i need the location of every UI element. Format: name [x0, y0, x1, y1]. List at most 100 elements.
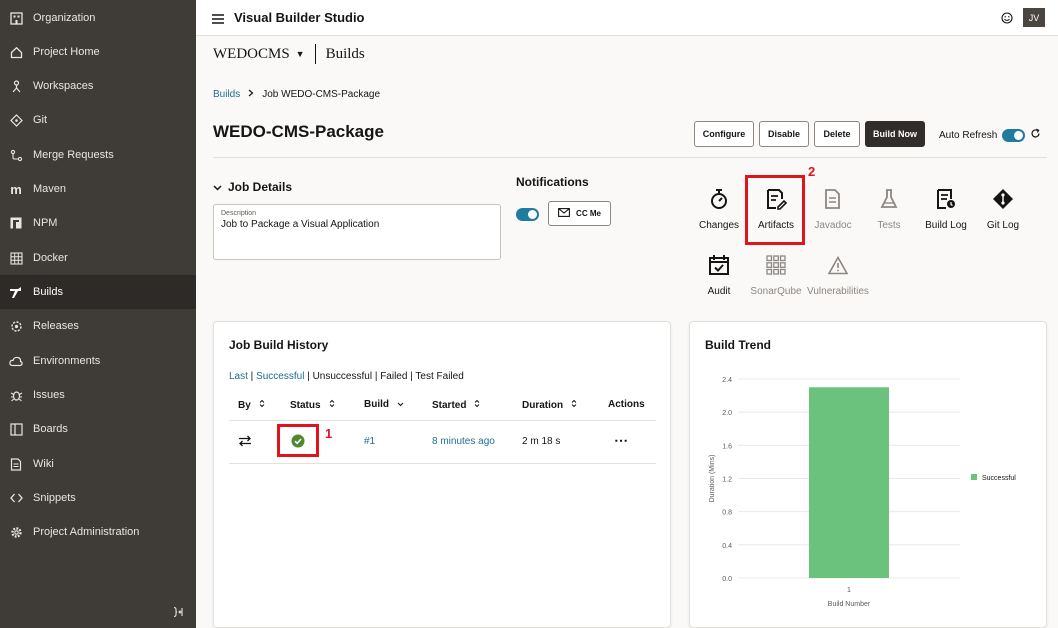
build-now-button[interactable]: Build Now — [865, 121, 925, 147]
feedback-smiley-icon[interactable] — [1001, 11, 1013, 29]
audit-icon — [691, 252, 747, 278]
filter-successful[interactable]: Successful — [256, 371, 304, 382]
git-log-icon — [975, 186, 1031, 212]
build-started-link[interactable]: 8 minutes ago — [432, 436, 495, 447]
filter-others[interactable]: | Unsuccessful | Failed | Test Failed — [304, 371, 464, 382]
sidebar-item-label: NPM — [33, 217, 58, 229]
sidebar-item-merge-requests[interactable]: Merge Requests — [0, 138, 196, 172]
tool-changes[interactable]: Changes — [691, 186, 747, 231]
column-duration[interactable]: Duration — [522, 399, 577, 411]
cc-me-button[interactable]: CC Me — [548, 201, 611, 226]
project-switcher: WEDOCMS ▼ Builds — [213, 44, 365, 64]
column-label: Duration — [522, 399, 564, 411]
chevron-right-icon — [248, 89, 254, 100]
build-log-icon — [918, 186, 974, 212]
sidebar-item-issues[interactable]: Issues — [0, 378, 196, 412]
sidebar-item-builds[interactable]: Builds — [0, 275, 196, 309]
sidebar-item-snippets[interactable]: Snippets — [0, 481, 196, 515]
column-by[interactable]: By — [238, 399, 265, 411]
sidebar-item-releases[interactable]: Releases — [0, 309, 196, 343]
build-trend-card: Build Trend 0.0 0.4 0.8 1.2 1.6 2.0 2.4 1 Build … — [689, 321, 1047, 628]
column-build[interactable]: Build — [364, 399, 404, 410]
tool-label: Changes — [698, 220, 740, 231]
annotation-highlight-status — [277, 424, 319, 457]
job-build-history-card: Job Build History Last | Successful | Un… — [213, 321, 671, 628]
chevron-down-icon — [213, 180, 222, 194]
section-name: Builds — [325, 45, 365, 62]
x-tick-label: 1 — [847, 587, 851, 594]
description-label: Description — [221, 210, 257, 217]
avatar[interactable]: JV — [1023, 8, 1045, 27]
column-label: Actions — [608, 399, 645, 410]
sidebar-item-label: Builds — [33, 286, 63, 298]
build-number-link[interactable]: #1 — [364, 436, 375, 447]
tool-vulnerabilities: Vulnerabilities — [800, 252, 876, 297]
sidebar-item-boards[interactable]: Boards — [0, 412, 196, 446]
tool-label: SonarQube — [750, 286, 802, 297]
sidebar-item-npm[interactable]: NPM — [0, 206, 196, 240]
sidebar-item-docker[interactable]: Docker — [0, 241, 196, 275]
breadcrumb-builds-link[interactable]: Builds — [213, 89, 240, 100]
legend-label: Successful — [982, 475, 1016, 482]
sidebar-item-label: Environments — [33, 355, 101, 367]
snippets-icon — [9, 491, 23, 505]
sidebar: Organization Project Home Workspaces Git… — [0, 0, 196, 628]
y-tick-label: 0.4 — [722, 543, 732, 550]
tool-git-log[interactable]: Git Log — [975, 186, 1031, 231]
tool-build-log[interactable]: Build Log — [918, 186, 974, 231]
npm-icon — [9, 216, 23, 230]
app-title: Visual Builder Studio — [234, 10, 365, 25]
wiki-icon — [9, 457, 23, 471]
auto-refresh-label: Auto Refresh — [939, 129, 998, 141]
disable-button[interactable]: Disable — [759, 121, 809, 147]
legend-swatch — [971, 474, 977, 480]
cc-me-label: CC Me — [576, 209, 601, 218]
row-actions-menu-icon[interactable]: ⋯ — [614, 432, 628, 449]
column-status[interactable]: Status — [290, 399, 335, 411]
sort-icon — [259, 399, 265, 411]
description-field[interactable]: Description Job to Package a Visual Appl… — [213, 204, 501, 260]
collapse-sidebar-icon[interactable] — [172, 606, 184, 621]
sidebar-item-project-administration[interactable]: Project Administration — [0, 515, 196, 549]
job-details-header[interactable]: Job Details — [213, 180, 292, 194]
project-name[interactable]: WEDOCMS — [213, 46, 290, 63]
warning-triangle-icon — [800, 252, 876, 278]
sort-icon — [329, 399, 335, 411]
tool-audit[interactable]: Audit — [691, 252, 747, 297]
table-header: By Status Build Started Duration Actions — [229, 389, 656, 421]
chart-bar — [809, 387, 889, 578]
sidebar-item-maven[interactable]: m Maven — [0, 172, 196, 206]
sidebar-item-environments[interactable]: Environments — [0, 344, 196, 378]
sidebar-item-label: Docker — [33, 252, 68, 264]
sidebar-item-git[interactable]: Git — [0, 103, 196, 137]
releases-icon — [9, 319, 23, 333]
stopwatch-icon — [691, 186, 747, 212]
javadoc-icon — [805, 186, 861, 212]
maven-icon: m — [10, 181, 22, 197]
tool-javadoc: Javadoc — [805, 186, 861, 231]
notifications-toggle[interactable] — [516, 208, 539, 221]
sidebar-item-label: Merge Requests — [33, 149, 114, 161]
y-tick-label: 2.4 — [722, 377, 732, 384]
description-value: Job to Package a Visual Application — [221, 219, 380, 230]
sidebar-item-label: Organization — [33, 12, 96, 24]
hamburger-menu-icon[interactable] — [212, 11, 224, 29]
chevron-down-icon[interactable]: ▼ — [296, 49, 305, 59]
page-title: WEDO-CMS-Package — [213, 122, 384, 141]
y-tick-label: 0.0 — [722, 576, 732, 583]
column-actions: Actions — [608, 399, 645, 410]
auto-refresh-toggle[interactable] — [1002, 128, 1026, 142]
sidebar-item-workspaces[interactable]: Workspaces — [0, 69, 196, 103]
delete-button[interactable]: Delete — [814, 121, 860, 147]
sort-icon — [474, 399, 480, 411]
filter-last[interactable]: Last — [229, 371, 248, 382]
configure-button[interactable]: Configure — [694, 121, 754, 147]
refresh-icon[interactable] — [1030, 128, 1041, 142]
annotation-highlight-artifacts — [745, 175, 805, 245]
sidebar-item-label: Snippets — [33, 492, 76, 504]
sidebar-item-organization[interactable]: Organization — [0, 1, 196, 35]
y-tick-label: 1.6 — [722, 443, 732, 450]
column-started[interactable]: Started — [432, 399, 480, 411]
sidebar-item-project-home[interactable]: Project Home — [0, 35, 196, 69]
sidebar-item-wiki[interactable]: Wiki — [0, 447, 196, 481]
